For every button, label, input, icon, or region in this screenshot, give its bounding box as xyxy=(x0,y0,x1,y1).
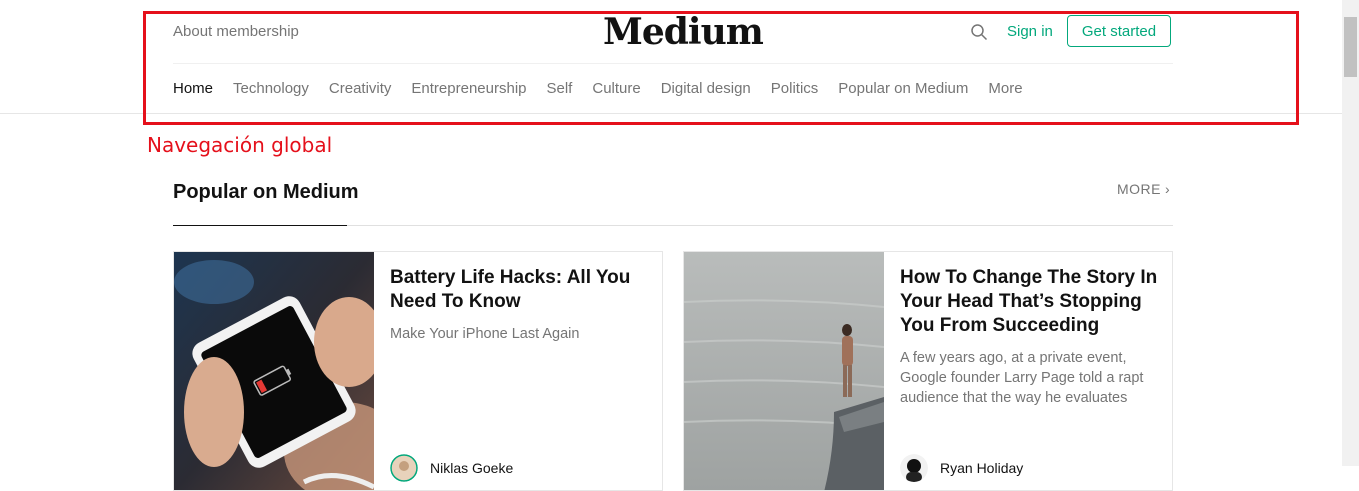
chevron-right-icon: › xyxy=(1165,181,1171,197)
author-info[interactable]: Ryan Holiday xyxy=(900,454,1023,482)
section-divider xyxy=(347,225,1173,226)
person-standing-by-water-photo[interactable] xyxy=(684,252,884,491)
nav-item-self[interactable]: Self xyxy=(547,80,573,97)
nav-item-entrepreneurship[interactable]: Entrepreneurship xyxy=(411,80,526,97)
story-subtitle: Make Your iPhone Last Again xyxy=(390,326,580,342)
nav-item-home[interactable]: Home xyxy=(173,80,213,97)
story-title[interactable]: How To Change The Story In Your Head Tha… xyxy=(900,266,1160,338)
nav-item-creativity[interactable]: Creativity xyxy=(329,80,392,97)
sign-in-link[interactable]: Sign in xyxy=(1007,23,1053,40)
author-name[interactable]: Ryan Holiday xyxy=(940,460,1023,476)
topic-navigation: Home Technology Creativity Entrepreneurship… xyxy=(173,80,1043,97)
more-label: MORE xyxy=(1117,181,1161,197)
top-bar: About membership Medium Sign in Get star… xyxy=(173,0,1173,64)
nav-item-popular-on-medium[interactable]: Popular on Medium xyxy=(838,80,968,97)
more-link[interactable]: MORE › xyxy=(1117,181,1170,197)
avatar[interactable] xyxy=(390,454,418,482)
avatar[interactable] xyxy=(900,454,928,482)
section-title: Popular on Medium xyxy=(173,181,359,203)
story-card[interactable]: Battery Life Hacks: All You Need To Know… xyxy=(173,251,663,491)
about-membership-link[interactable]: About membership xyxy=(173,23,299,40)
topbar-divider xyxy=(173,63,1173,64)
section-underline xyxy=(173,225,347,226)
get-started-button[interactable]: Get started xyxy=(1067,15,1171,47)
nav-item-more[interactable]: More xyxy=(988,80,1022,97)
author-info[interactable]: Niklas Goeke xyxy=(390,454,513,482)
phone-low-battery-photo[interactable] xyxy=(174,252,374,491)
author-name[interactable]: Niklas Goeke xyxy=(430,460,513,476)
medium-logo[interactable]: Medium xyxy=(603,11,764,53)
search-icon[interactable] xyxy=(970,23,988,41)
nav-item-culture[interactable]: Culture xyxy=(592,80,640,97)
nav-item-politics[interactable]: Politics xyxy=(771,80,819,97)
story-title[interactable]: Battery Life Hacks: All You Need To Know xyxy=(390,266,650,314)
story-excerpt: A few years ago, at a private event, Goo… xyxy=(900,350,1144,406)
story-card[interactable]: How To Change The Story In Your Head Tha… xyxy=(683,251,1173,491)
annotation-label: Navegación global xyxy=(147,133,333,157)
nav-item-digital-design[interactable]: Digital design xyxy=(661,80,751,97)
nav-item-technology[interactable]: Technology xyxy=(233,80,309,97)
scrollbar-thumb[interactable] xyxy=(1344,17,1357,77)
header-divider xyxy=(0,113,1342,114)
page-scrollbar[interactable] xyxy=(1342,0,1359,466)
